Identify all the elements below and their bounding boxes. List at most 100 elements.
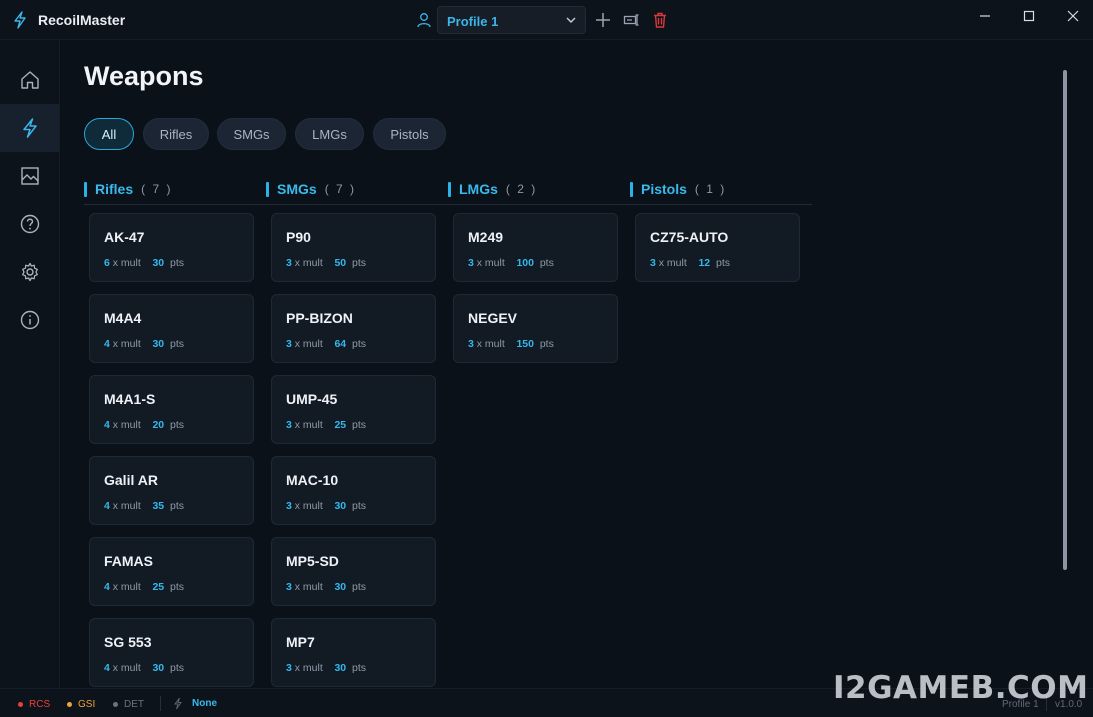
image-chart-icon: [20, 167, 39, 185]
weapon-mult-label: x mult: [112, 257, 141, 269]
weapon-pts-value: 30: [334, 581, 347, 593]
category-header-smgs: SMGs ( 7 ): [266, 180, 356, 198]
category-count: ( 7 ): [324, 182, 357, 196]
weapon-pts-value: 35: [152, 500, 165, 512]
weapon-name: PP-BIZON: [286, 310, 353, 326]
help-icon: [20, 214, 39, 234]
weapon-pts-value: 20: [152, 419, 165, 431]
minimize-button[interactable]: [963, 0, 1007, 32]
bolt-icon: [22, 118, 37, 138]
weapon-pts-value: 64: [334, 338, 347, 350]
close-icon: [1067, 10, 1079, 22]
delete-profile-icon[interactable]: [651, 11, 669, 29]
weapon-card[interactable]: M4A4 4 x mult 30 pts: [89, 294, 254, 363]
chevron-down-icon: [566, 17, 576, 23]
filter-smgs[interactable]: SMGs: [217, 118, 286, 150]
weapon-stats: 4 x mult 35 pts: [104, 500, 184, 512]
maximize-button[interactable]: [1007, 0, 1051, 32]
add-profile-icon[interactable]: [594, 11, 612, 29]
weapon-mult-value: 4: [104, 500, 110, 512]
weapon-mult-value: 3: [286, 662, 292, 674]
weapon-pts-value: 150: [516, 338, 534, 350]
sidebar-item-info[interactable]: [0, 296, 59, 344]
weapon-card[interactable]: M249 3 x mult 100 pts: [453, 213, 618, 282]
gsi-status: GSI: [67, 699, 95, 710]
weapon-mult-label: x mult: [112, 662, 141, 674]
weapon-mult-label: x mult: [476, 257, 505, 269]
weapon-mult-value: 3: [286, 581, 292, 593]
filter-all[interactable]: All: [84, 118, 134, 150]
weapon-card[interactable]: M4A1-S 4 x mult 20 pts: [89, 375, 254, 444]
weapon-card[interactable]: UMP-45 3 x mult 25 pts: [271, 375, 436, 444]
sidebar-item-settings[interactable]: [0, 248, 59, 296]
category-name: Rifles: [95, 181, 134, 197]
weapon-card[interactable]: MP5-SD 3 x mult 30 pts: [271, 537, 436, 606]
sidebar-item-gallery[interactable]: [0, 152, 59, 200]
category-accent-bar: [630, 181, 633, 197]
weapon-name: Galil AR: [104, 472, 158, 488]
weapon-name: MP7: [286, 634, 315, 650]
weapon-card[interactable]: P90 3 x mult 50 pts: [271, 213, 436, 282]
bolt-icon: [174, 697, 182, 710]
weapon-pts-label: pts: [351, 662, 366, 674]
weapon-stats: 3 x mult 50 pts: [286, 257, 366, 269]
weapon-stats: 3 x mult 12 pts: [650, 257, 730, 269]
weapon-pts-value: 30: [152, 662, 165, 674]
weapon-stats: 3 x mult 30 pts: [286, 500, 366, 512]
status-separator: [160, 696, 161, 711]
weapon-card[interactable]: NEGEV 3 x mult 150 pts: [453, 294, 618, 363]
sidebar-item-weapons[interactable]: [0, 104, 59, 152]
filter-rifles[interactable]: Rifles: [143, 118, 209, 150]
close-button[interactable]: [1051, 0, 1093, 32]
weapon-name: SG 553: [104, 634, 152, 650]
weapon-mult-value: 4: [104, 662, 110, 674]
profile-select[interactable]: Profile 1: [437, 6, 586, 34]
weapon-pts-label: pts: [351, 500, 366, 512]
rcs-dot: [18, 702, 23, 707]
category-header-lmgs: LMGs ( 2 ): [448, 180, 537, 198]
weapon-stats: 4 x mult 30 pts: [104, 338, 184, 350]
weapon-pts-value: 30: [152, 257, 165, 269]
user-icon: [417, 13, 431, 28]
weapon-pts-value: 50: [334, 257, 347, 269]
weapon-card[interactable]: Galil AR 4 x mult 35 pts: [89, 456, 254, 525]
weapon-pts-label: pts: [169, 338, 184, 350]
weapon-pts-label: pts: [351, 419, 366, 431]
sidebar-item-help[interactable]: [0, 200, 59, 248]
weapon-card[interactable]: MAC-10 3 x mult 30 pts: [271, 456, 436, 525]
weapon-mult-label: x mult: [294, 500, 323, 512]
weapon-pts-value: 30: [334, 500, 347, 512]
sidebar: [0, 40, 60, 688]
weapon-card[interactable]: MP7 3 x mult 30 pts: [271, 618, 436, 687]
filter-pistols[interactable]: Pistols: [373, 118, 446, 150]
weapon-card[interactable]: FAMAS 4 x mult 25 pts: [89, 537, 254, 606]
weapon-card[interactable]: CZ75-AUTO 3 x mult 12 pts: [635, 213, 800, 282]
weapon-mult-value: 3: [286, 257, 292, 269]
info-icon: [20, 310, 39, 330]
scrollbar-thumb[interactable]: [1063, 70, 1067, 570]
weapon-mult-label: x mult: [112, 419, 141, 431]
minimize-icon: [980, 15, 990, 17]
weapon-name: CZ75-AUTO: [650, 229, 729, 245]
weapon-pts-label: pts: [351, 338, 366, 350]
sidebar-item-home[interactable]: [0, 56, 59, 104]
weapon-name: M4A4: [104, 310, 142, 326]
filter-lmgs[interactable]: LMGs: [295, 118, 364, 150]
weapon-pts-label: pts: [169, 581, 184, 593]
rename-profile-icon[interactable]: [623, 11, 641, 29]
category-count: ( 7 ): [141, 182, 173, 196]
watermark-text: I2GAMEB.COM: [833, 670, 1089, 706]
weapon-name: M249: [468, 229, 504, 245]
weapon-card[interactable]: AK-47 6 x mult 30 pts: [89, 213, 254, 282]
weapon-mult-value: 4: [104, 419, 110, 431]
category-name: LMGs: [459, 181, 498, 197]
weapon-mult-label: x mult: [294, 581, 323, 593]
category-count: ( 1 ): [694, 182, 727, 196]
active-weapon-label: None: [192, 698, 217, 709]
weapon-card[interactable]: PP-BIZON 3 x mult 64 pts: [271, 294, 436, 363]
weapon-mult-value: 6: [104, 257, 110, 269]
weapon-stats: 6 x mult 30 pts: [104, 257, 184, 269]
category-divider: [84, 204, 812, 205]
weapon-stats: 3 x mult 64 pts: [286, 338, 366, 350]
weapon-card[interactable]: SG 553 4 x mult 30 pts: [89, 618, 254, 687]
